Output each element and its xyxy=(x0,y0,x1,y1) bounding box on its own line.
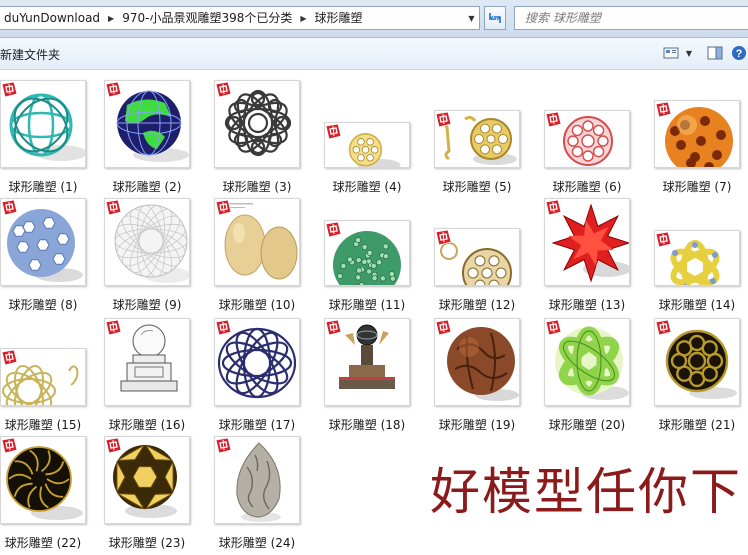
file-item[interactable]: 球形雕塑 (18) xyxy=(324,70,434,432)
command-bar: 新建文件夹 ▼ ? xyxy=(0,38,748,70)
file-thumbnail[interactable] xyxy=(654,230,740,286)
chevron-down-icon[interactable]: ▼ xyxy=(464,6,480,30)
file-thumbnail[interactable] xyxy=(544,198,630,286)
file-name[interactable]: 球形雕塑 (24) xyxy=(214,534,300,551)
sketchup-file-icon xyxy=(545,199,562,216)
sketchup-file-icon xyxy=(1,437,18,454)
sketchup-file-icon xyxy=(325,319,342,336)
sketchup-file-icon xyxy=(215,319,232,336)
file-thumbnail[interactable] xyxy=(0,348,86,406)
help-icon[interactable]: ? xyxy=(730,44,748,62)
crumb-root[interactable]: duYunDownload xyxy=(0,7,104,29)
file-thumbnail[interactable] xyxy=(324,220,410,286)
sketchup-file-icon xyxy=(215,437,232,454)
address-controls: ▼ xyxy=(464,6,508,30)
file-name[interactable]: 球形雕塑 (18) xyxy=(324,416,410,433)
file-thumbnail[interactable] xyxy=(0,198,86,286)
file-name[interactable]: 球形雕塑 (8) xyxy=(0,296,86,313)
file-thumbnail[interactable] xyxy=(544,318,630,406)
sketchup-file-icon xyxy=(105,199,122,216)
explorer-window: duYunDownload ▶ 970-小品景观雕塑398个已分类 ▶ 球形雕塑… xyxy=(0,0,748,555)
file-thumbnail[interactable] xyxy=(104,198,190,286)
refresh-button[interactable] xyxy=(484,6,506,30)
file-name[interactable]: 球形雕塑 (13) xyxy=(544,296,630,313)
change-view-icon[interactable] xyxy=(662,44,680,62)
file-name[interactable]: 球形雕塑 (23) xyxy=(104,534,190,551)
breadcrumb[interactable]: duYunDownload ▶ 970-小品景观雕塑398个已分类 ▶ 球形雕塑 xyxy=(0,6,478,30)
watermark-text: 好模型任你下 xyxy=(430,463,742,521)
file-thumbnail[interactable] xyxy=(214,318,300,406)
file-item[interactable]: 球形雕塑 (23) xyxy=(104,70,214,550)
crumb-collection[interactable]: 970-小品景观雕塑398个已分类 xyxy=(118,7,296,29)
file-name[interactable]: 球形雕塑 (19) xyxy=(434,416,520,433)
file-thumbnail[interactable] xyxy=(434,228,520,286)
chevron-down-icon[interactable]: ▼ xyxy=(686,49,692,58)
file-name[interactable]: 球形雕塑 (9) xyxy=(104,296,190,313)
file-thumbnail[interactable] xyxy=(104,436,190,524)
sketchup-file-icon xyxy=(435,229,452,246)
sketchup-file-icon xyxy=(215,199,232,216)
file-name[interactable]: 球形雕塑 (10) xyxy=(214,296,300,313)
file-name[interactable]: 球形雕塑 (15) xyxy=(0,416,86,433)
file-thumbnail[interactable] xyxy=(654,318,740,406)
crumb-current[interactable]: 球形雕塑 xyxy=(311,7,367,29)
sketchup-file-icon xyxy=(105,319,122,336)
file-name[interactable]: 球形雕塑 (14) xyxy=(654,296,740,313)
file-name[interactable]: 球形雕塑 (21) xyxy=(654,416,740,433)
svg-text:?: ? xyxy=(736,48,743,60)
file-thumbnail[interactable] xyxy=(214,436,300,524)
file-thumbnail[interactable] xyxy=(324,318,410,406)
view-controls: ▼ ? xyxy=(662,44,748,62)
new-folder-button[interactable]: 新建文件夹 xyxy=(0,46,60,63)
search-input[interactable]: 搜索 球形雕塑 xyxy=(514,6,748,30)
file-thumbnail[interactable] xyxy=(104,318,190,406)
sketchup-file-icon xyxy=(435,319,452,336)
sketchup-file-icon xyxy=(655,231,672,248)
address-bar: duYunDownload ▶ 970-小品景观雕塑398个已分类 ▶ 球形雕塑… xyxy=(0,0,748,38)
chevron-right-icon[interactable]: ▶ xyxy=(104,14,118,23)
sketchup-file-icon xyxy=(325,221,342,238)
file-item[interactable]: 球形雕塑 (21) xyxy=(654,70,748,432)
file-name[interactable]: 球形雕塑 (11) xyxy=(324,296,410,313)
file-item[interactable]: 球形雕塑 (22) xyxy=(0,70,110,550)
sketchup-file-icon xyxy=(1,199,18,216)
file-name[interactable]: 球形雕塑 (12) xyxy=(434,296,520,313)
file-name[interactable]: 球形雕塑 (22) xyxy=(0,534,86,551)
sketchup-file-icon xyxy=(105,437,122,454)
sketchup-file-icon xyxy=(655,319,672,336)
file-thumbnail[interactable] xyxy=(214,198,300,286)
sketchup-file-icon xyxy=(1,349,18,366)
file-item[interactable]: 球形雕塑 (24) xyxy=(214,70,324,550)
file-name[interactable]: 球形雕塑 (17) xyxy=(214,416,300,433)
file-thumbnail[interactable] xyxy=(0,436,86,524)
file-item[interactable]: 球形雕塑 (20) xyxy=(544,70,654,432)
sketchup-file-icon xyxy=(545,319,562,336)
chevron-right-icon[interactable]: ▶ xyxy=(296,14,310,23)
file-name[interactable]: 球形雕塑 (20) xyxy=(544,416,630,433)
preview-pane-icon[interactable] xyxy=(706,44,724,62)
refresh-icon xyxy=(489,13,501,23)
file-thumbnail[interactable] xyxy=(434,318,520,406)
file-item[interactable]: 球形雕塑 (19) xyxy=(434,70,544,432)
file-name[interactable]: 球形雕塑 (16) xyxy=(104,416,190,433)
